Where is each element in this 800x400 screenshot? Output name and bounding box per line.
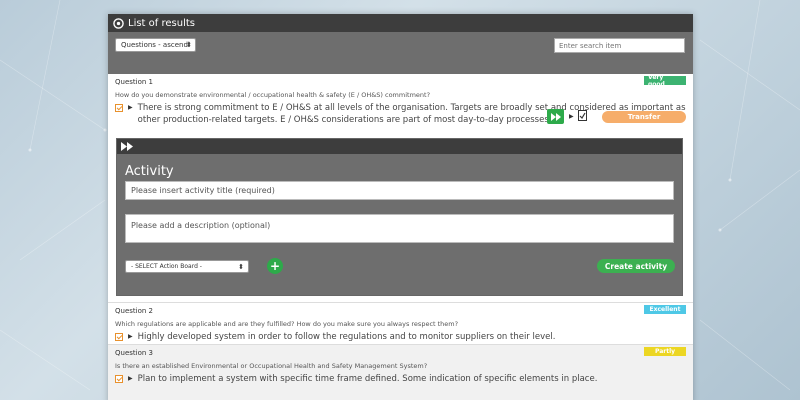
expand-triangle-icon[interactable]: ▶	[128, 375, 133, 382]
question-item: Question 2 Excellent Which regulations a…	[108, 302, 693, 346]
answer-row: ▶ There is strong commitment to E / OH&S…	[115, 102, 686, 126]
sort-select-value: Questions - ascendi	[121, 41, 190, 49]
question-text: How do you demonstrate environmental / o…	[115, 91, 431, 99]
action-board-select-value: - SELECT Action Board -	[131, 263, 202, 270]
answer-text: Plan to implement a system with specific…	[137, 374, 598, 384]
question-item: Question 1 Very good How do you demonstr…	[108, 74, 693, 144]
transfer-button[interactable]: Transfer	[602, 111, 686, 123]
rating-badge: Partly	[644, 347, 686, 356]
fast-forward-icon	[550, 112, 561, 121]
search-input[interactable]	[554, 38, 685, 53]
answer-row: ▶ Highly developed system in order to fo…	[115, 331, 686, 343]
app-logo-icon	[113, 17, 124, 29]
sort-select[interactable]: Questions - ascendi ⬍	[115, 38, 196, 52]
title-bar: List of results	[108, 14, 693, 32]
add-board-button[interactable]: +	[267, 258, 283, 274]
question-item: Question 3 Partly Is there an establishe…	[108, 344, 693, 400]
rating-badge: Very good	[644, 74, 686, 88]
results-panel: List of results Questions - ascendi ⬍ Qu…	[108, 14, 693, 400]
answer-checkbox[interactable]	[115, 375, 123, 383]
fast-forward-icon	[121, 142, 133, 151]
question-label: Question 1	[115, 78, 153, 86]
chevron-down-icon: ⬍	[238, 263, 244, 271]
answer-checkbox[interactable]	[115, 104, 123, 112]
activity-description-input[interactable]: Please add a description (optional)	[125, 214, 674, 243]
action-board-select[interactable]: - SELECT Action Board - ⬍	[125, 260, 249, 273]
activity-header	[117, 139, 682, 154]
activity-panel: Activity Please insert activity title (r…	[116, 138, 683, 296]
question-label: Question 3	[115, 349, 153, 357]
activity-title: Activity	[125, 164, 174, 179]
answer-row: ▶ Plan to implement a system with specif…	[115, 373, 686, 385]
chevron-down-icon: ⬍	[186, 41, 192, 49]
document-check-icon[interactable]	[578, 110, 587, 121]
window-title: List of results	[128, 17, 195, 29]
fast-forward-button[interactable]	[547, 109, 564, 124]
expand-triangle-icon[interactable]: ▶	[569, 113, 574, 120]
create-activity-button[interactable]: Create activity	[597, 259, 675, 273]
question-label: Question 2	[115, 307, 153, 315]
activity-title-input[interactable]: Please insert activity title (required)	[125, 181, 674, 200]
expand-triangle-icon[interactable]: ▶	[128, 104, 133, 111]
rating-badge: Excellent	[644, 305, 686, 314]
expand-triangle-icon[interactable]: ▶	[128, 333, 133, 340]
question-text: Is there an established Environmental or…	[115, 362, 428, 370]
filter-bar: Questions - ascendi ⬍	[108, 32, 693, 74]
answer-text: Highly developed system in order to foll…	[137, 332, 556, 342]
question-text: Which regulations are applicable and are…	[115, 320, 459, 328]
answer-checkbox[interactable]	[115, 333, 123, 341]
